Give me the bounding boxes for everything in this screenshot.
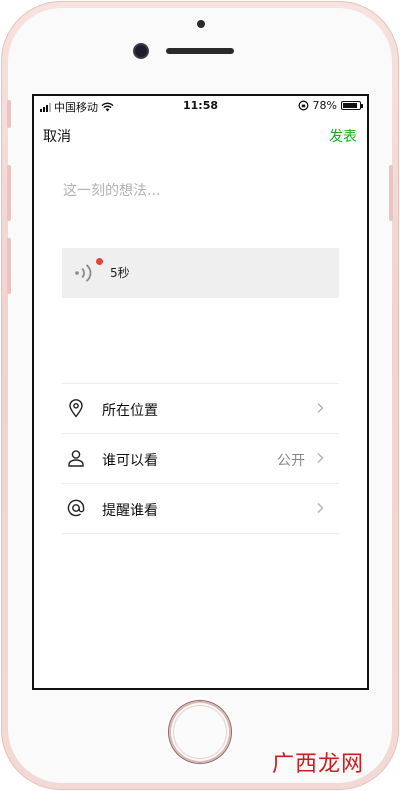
location-row[interactable]: 所在位置 bbox=[62, 384, 339, 433]
mention-row[interactable]: 提醒谁看 bbox=[62, 484, 339, 533]
battery-icon bbox=[341, 101, 363, 110]
watermark: 广西龙网 bbox=[272, 752, 365, 777]
location-label: 所在位置 bbox=[102, 403, 158, 419]
earpiece-speaker bbox=[166, 48, 234, 54]
nav-bar: 取消 发表 bbox=[34, 124, 367, 148]
chevron-right-icon bbox=[317, 503, 324, 513]
status-right: 78% bbox=[298, 99, 363, 112]
visibility-value: 公开 bbox=[277, 453, 305, 469]
power-button bbox=[389, 165, 393, 221]
proximity-sensor bbox=[197, 20, 205, 28]
visibility-row[interactable]: 谁可以看 公开 bbox=[62, 434, 339, 483]
rotation-lock-icon bbox=[298, 100, 308, 111]
voice-message-card[interactable]: 5秒 bbox=[62, 248, 339, 298]
location-pin-icon bbox=[69, 399, 83, 418]
post-options-list: 所在位置 谁可以看 公开 提醒谁看 bbox=[62, 383, 339, 534]
mention-label: 提醒谁看 bbox=[102, 503, 158, 519]
front-camera-icon bbox=[133, 43, 149, 59]
at-sign-icon bbox=[67, 499, 85, 517]
voice-duration: 5秒 bbox=[110, 266, 130, 280]
unread-dot bbox=[96, 258, 103, 265]
battery-percent: 78% bbox=[312, 99, 337, 112]
divider bbox=[62, 533, 339, 534]
status-bar: 中国移动 11:58 78% bbox=[34, 96, 367, 116]
cancel-button[interactable]: 取消 bbox=[43, 126, 71, 146]
voice-wave-icon bbox=[75, 264, 92, 282]
chevron-right-icon bbox=[317, 453, 324, 463]
volume-down-button bbox=[7, 238, 11, 294]
home-button[interactable] bbox=[169, 701, 231, 763]
chevron-right-icon bbox=[317, 403, 324, 413]
mute-switch bbox=[7, 100, 11, 128]
phone-screen: 中国移动 11:58 78% 取消 发表 这一刻的想法... 5秒 所在位置 谁… bbox=[32, 94, 369, 690]
publish-button[interactable]: 发表 bbox=[329, 126, 357, 146]
person-icon bbox=[68, 450, 84, 467]
visibility-label: 谁可以看 bbox=[102, 453, 158, 469]
volume-up-button bbox=[7, 165, 11, 221]
post-text-input[interactable]: 这一刻的想法... bbox=[63, 180, 160, 200]
